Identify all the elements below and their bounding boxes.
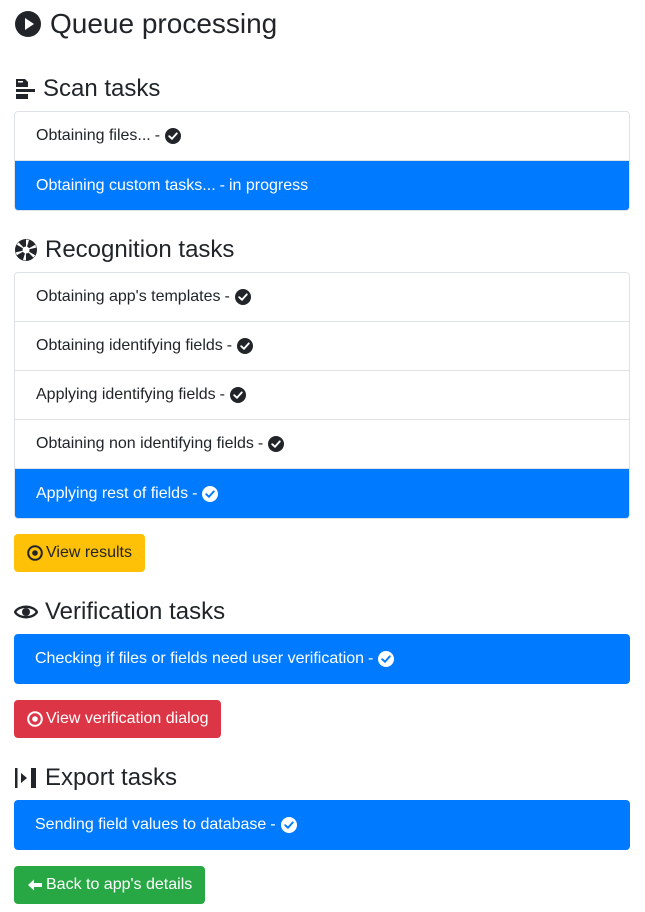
check-circle-icon (165, 128, 182, 144)
task-label: Obtaining app's templates (36, 288, 221, 305)
export-section-title: Export tasks (45, 764, 178, 791)
task-status: in progress (228, 176, 309, 194)
target-icon (27, 711, 43, 727)
list-item: Checking if files or fields need user ve… (14, 634, 630, 684)
page-header: Queue processing (14, 7, 277, 41)
export-section-header: Export tasks (14, 763, 177, 793)
list-item: Sending field values to database - (14, 800, 630, 850)
target-icon (27, 545, 43, 561)
view-results-button[interactable]: View results (14, 534, 145, 572)
export-step-icon (14, 766, 38, 790)
task-separator: - (154, 127, 161, 144)
check-circle-icon (378, 651, 395, 667)
check-circle-icon (202, 485, 219, 502)
check-circle-icon (280, 817, 297, 833)
list-item: Obtaining identifying fields - (15, 322, 629, 371)
recognition-section-title: Recognition tasks (45, 236, 235, 263)
scan-section-header: Scan tasks (14, 74, 160, 104)
task-separator: - (224, 288, 230, 305)
list-item: Obtaining files... - (15, 112, 629, 161)
task-label: Checking if files or fields need user ve… (35, 650, 365, 667)
task-label: Obtaining files... (36, 127, 151, 144)
task-separator: - (257, 435, 264, 452)
check-circle-icon (237, 338, 254, 354)
task-separator: - (270, 816, 276, 833)
scan-document-icon (14, 78, 36, 100)
task-separator: - (219, 176, 225, 194)
page-title: Queue processing (50, 8, 278, 39)
scan-section-title: Scan tasks (43, 75, 161, 102)
check-circle-icon (268, 436, 285, 452)
verification-section-title: Verification tasks (45, 598, 226, 625)
verification-task-list: Checking if files or fields need user ve… (14, 634, 630, 684)
task-separator: - (192, 484, 198, 502)
scan-task-list: Obtaining files... - Obtaining custom ta… (14, 111, 630, 211)
task-label: Sending field values to database (35, 816, 267, 833)
arrow-left-icon (27, 878, 43, 892)
verification-section-header: Verification tasks (14, 597, 225, 627)
list-item: Obtaining custom tasks... - in progress (15, 161, 629, 210)
task-label: Applying rest of fields (36, 484, 189, 502)
task-label: Obtaining identifying fields (36, 337, 223, 354)
list-item: Obtaining app's templates - (15, 273, 629, 322)
back-to-app-details-label: Back to app's details (46, 876, 193, 893)
task-separator: - (219, 386, 225, 403)
eye-icon (14, 602, 38, 622)
task-separator: - (226, 337, 233, 354)
check-circle-icon (234, 289, 251, 305)
task-separator: - (368, 650, 374, 667)
recognition-section-header: Recognition tasks (14, 235, 234, 265)
task-label: Obtaining non identifying fields (36, 435, 254, 452)
export-task-list: Sending field values to database - (14, 800, 630, 850)
view-verification-dialog-label: View verification dialog (46, 710, 209, 727)
back-to-app-details-button[interactable]: Back to app's details (14, 866, 206, 904)
play-circle-icon (14, 10, 42, 38)
aperture-icon (14, 238, 38, 262)
list-item: Applying rest of fields - (15, 469, 629, 518)
task-label: Obtaining custom tasks... (36, 176, 216, 194)
view-results-label: View results (46, 544, 132, 561)
recognition-task-list: Obtaining app's templates - Obtaining id… (14, 272, 630, 519)
list-item: Obtaining non identifying fields - (15, 420, 629, 469)
view-verification-dialog-button[interactable]: View verification dialog (14, 700, 222, 738)
task-label: Applying identifying fields (36, 386, 216, 403)
check-circle-icon (230, 387, 246, 403)
list-item: Applying identifying fields - (15, 371, 629, 420)
